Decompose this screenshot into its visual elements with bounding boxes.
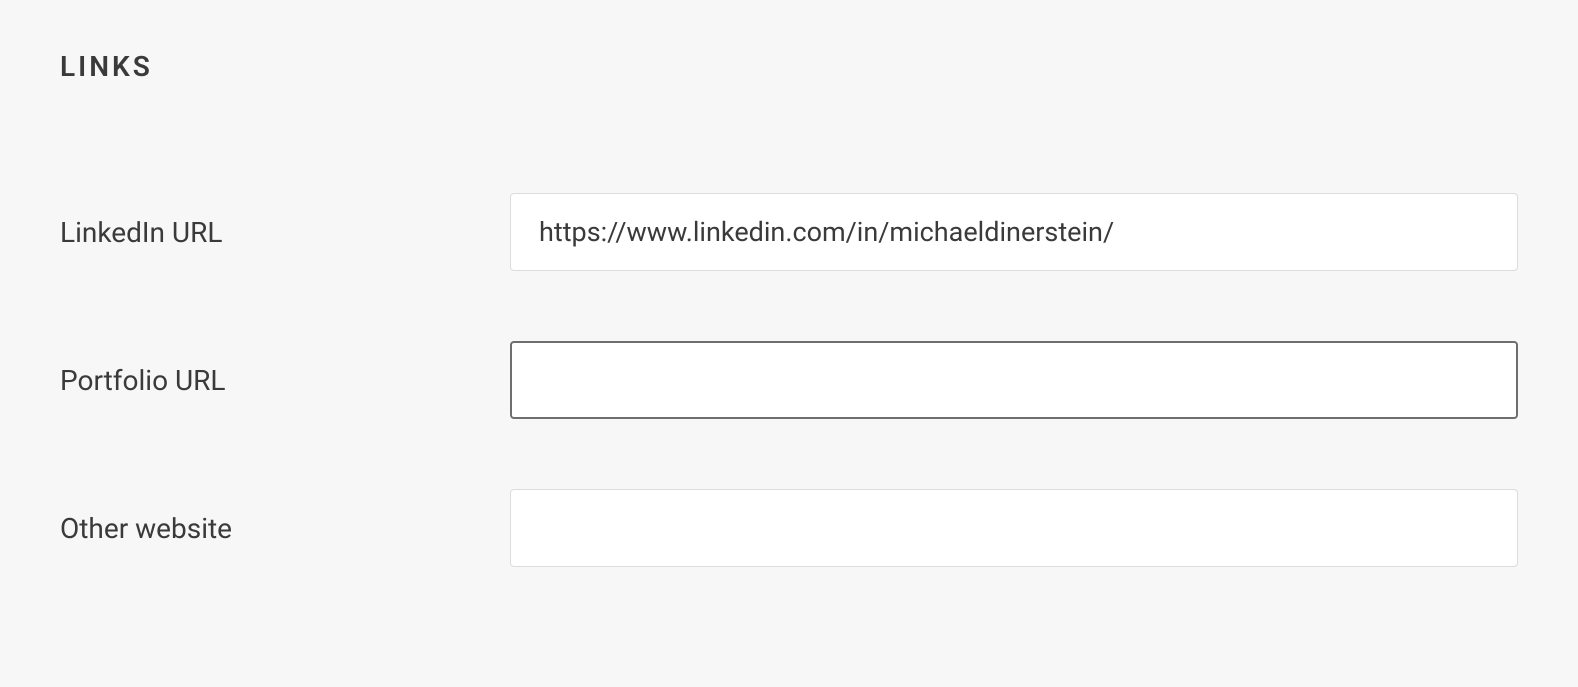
form-row-linkedin: LinkedIn URL (60, 193, 1518, 271)
linkedin-url-label: LinkedIn URL (60, 216, 510, 249)
section-title-links: LINKS (60, 50, 1518, 83)
form-row-portfolio: Portfolio URL (60, 341, 1518, 419)
other-website-label: Other website (60, 512, 510, 545)
form-row-other-website: Other website (60, 489, 1518, 567)
portfolio-url-label: Portfolio URL (60, 364, 510, 397)
linkedin-url-input[interactable] (510, 193, 1518, 271)
portfolio-url-input[interactable] (510, 341, 1518, 419)
other-website-input[interactable] (510, 489, 1518, 567)
